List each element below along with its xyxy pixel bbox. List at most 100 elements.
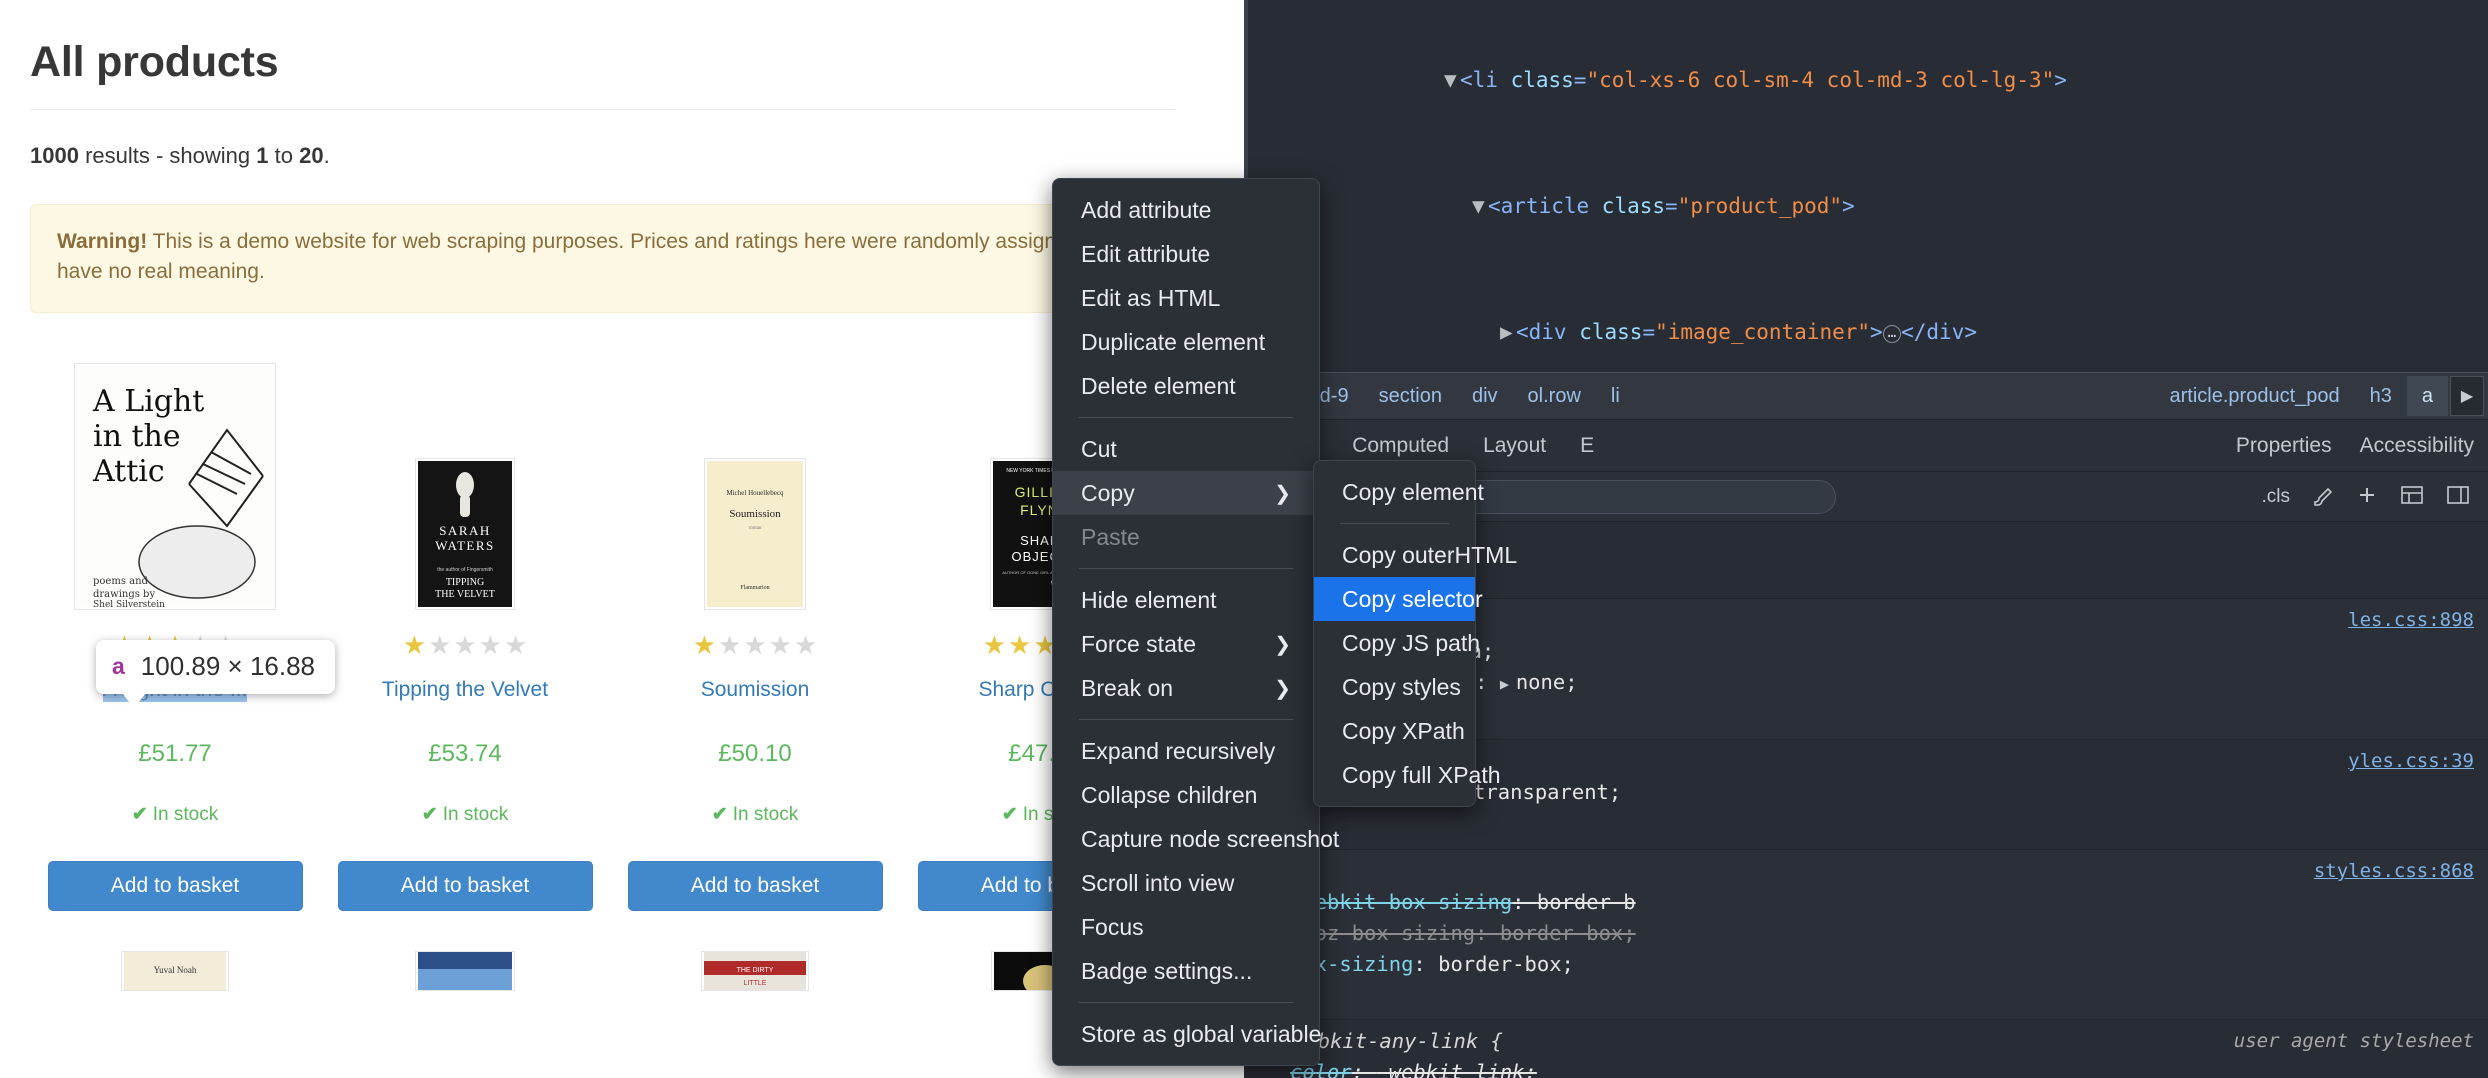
inspector-dimensions: 100.89 × 16.88 — [140, 651, 316, 681]
breadcrumb-item-article[interactable]: article.product_pod — [2155, 385, 2355, 408]
stock-label: In stock — [732, 803, 799, 825]
product-thumbnail[interactable]: Michel Houellebecq Soumission roman Flam… — [704, 355, 806, 610]
css-property[interactable]: -webkit-box-sizing — [1290, 890, 1512, 914]
dom-node-image-container[interactable]: ▶ <div class="image_container">… </div> — [1244, 317, 2488, 349]
expand-triangle-icon[interactable]: ▼ — [1472, 191, 1488, 223]
css-declaration[interactable]: -webkit-box-sizing: border-b — [1256, 887, 2488, 918]
computed-sidebar-icon[interactable] — [2446, 484, 2470, 510]
dom-node-article[interactable]: ▼ <article class="product_pod"> — [1244, 191, 2488, 223]
product-thumbnail[interactable]: THE DIRTY LITTLE — [701, 950, 809, 991]
results-from: 1 — [256, 143, 269, 168]
svg-text:LITTLE: LITTLE — [744, 980, 767, 987]
svg-text:in the: in the — [93, 419, 181, 454]
menu-item-edit-as-html[interactable]: Edit as HTML — [1053, 276, 1319, 320]
css-rule-close: } — [1256, 810, 2488, 841]
collapse-triangle-icon[interactable]: ▶ — [1500, 317, 1516, 349]
breadcrumb-item-div[interactable]: div — [1457, 385, 1513, 408]
collapsed-children-icon[interactable]: … — [1882, 325, 1902, 343]
menu-item-delete-element[interactable]: Delete element — [1053, 364, 1319, 408]
product-card: A Light in the Attic poems and drawings … — [30, 355, 320, 911]
svg-text:Shel Silverstein: Shel Silverstein — [93, 600, 165, 607]
css-rule-webkit-any-link: user agent stylesheet a:-webkit-any-link… — [1244, 1020, 2488, 1078]
svg-text:the author of Fingersmith: the author of Fingersmith — [437, 567, 493, 573]
menu-item-copy-styles[interactable]: Copy styles — [1314, 665, 1475, 709]
css-declaration[interactable]: -moz-box-sizing: border-box; — [1256, 918, 2488, 949]
product-title-link[interactable]: Tipping the Velvet — [382, 678, 548, 702]
menu-item-copy-outerhtml[interactable]: Copy outerHTML — [1314, 533, 1517, 577]
inspector-size-tooltip: a 100.89 × 16.88 — [96, 640, 336, 708]
css-source-link[interactable]: les.css:898 — [2348, 605, 2474, 636]
tab-event-listeners[interactable]: E — [1563, 420, 1611, 472]
css-value[interactable]: border-b — [1537, 890, 1636, 914]
css-value[interactable]: none — [1516, 670, 1565, 694]
css-declaration[interactable]: box-sizing: border-box; — [1256, 949, 2488, 980]
menu-item-capture-node-screenshot[interactable]: Capture node screenshot — [1053, 817, 1339, 861]
breadcrumb-item-section[interactable]: section — [1364, 385, 1457, 408]
menu-item-copy-js-path[interactable]: Copy JS path — [1314, 621, 1480, 665]
toggle-element-state-icon[interactable] — [2400, 484, 2424, 510]
dom-context-menu: Add attribute Edit attribute Edit as HTM… — [1052, 178, 1339, 1066]
breadcrumb-scroll-right-button[interactable]: ▶ — [2450, 376, 2484, 416]
disclosure-triangle-icon[interactable]: ▶ — [1500, 669, 1516, 700]
add-to-basket-button[interactable]: Add to basket — [47, 860, 303, 911]
tab-layout[interactable]: Layout — [1466, 420, 1563, 472]
copy-submenu: Copy element Copy outerHTML Copy selecto… — [1313, 460, 1517, 807]
product-thumbnail[interactable] — [415, 950, 515, 991]
product-thumbnail[interactable]: Yuval Noah — [121, 950, 229, 991]
star-rating: ★★★★★ — [692, 629, 818, 660]
menu-item-collapse-children[interactable]: Collapse children — [1053, 773, 1319, 817]
menu-item-copy-selector[interactable]: Copy selector — [1314, 577, 1483, 621]
paintbrush-icon[interactable] — [2312, 484, 2334, 510]
css-value[interactable]: border-box; — [1500, 921, 1636, 945]
menu-item-expand-recursively[interactable]: Expand recursively — [1053, 729, 1319, 773]
css-selector[interactable]: * { — [1256, 856, 2488, 887]
menu-item-copy-full-xpath[interactable]: Copy full XPath — [1314, 753, 1501, 797]
menu-item-scroll-into-view[interactable]: Scroll into view — [1053, 861, 1319, 905]
menu-item-hide-element[interactable]: Hide element — [1053, 578, 1319, 622]
menu-item-badge-settings[interactable]: Badge settings... — [1053, 949, 1319, 993]
breadcrumb-item-a[interactable]: a — [2406, 376, 2448, 416]
svg-text:THE VELVET: THE VELVET — [435, 589, 495, 600]
product-price: £53.74 — [428, 739, 502, 767]
tab-properties[interactable]: Properties — [2222, 420, 2346, 472]
menu-item-cut[interactable]: Cut — [1053, 427, 1319, 471]
page-title: All products — [30, 38, 279, 86]
product-card — [320, 950, 610, 991]
book-cover-dirty-little-secrets: THE DIRTY LITTLE — [704, 951, 806, 990]
cls-button[interactable]: .cls — [2262, 486, 2291, 508]
add-to-basket-button[interactable]: Add to basket — [337, 860, 593, 911]
breadcrumb-item-h3[interactable]: h3 — [2355, 385, 2407, 408]
css-source-link[interactable]: styles.css:868 — [2314, 856, 2474, 887]
menu-item-force-state[interactable]: Force state ❯ — [1053, 622, 1319, 666]
svg-text:WATERS: WATERS — [435, 538, 495, 553]
tab-accessibility[interactable]: Accessibility — [2346, 420, 2488, 472]
add-to-basket-button[interactable]: Add to basket — [627, 860, 883, 911]
menu-item-copy[interactable]: Copy ❯ — [1053, 471, 1319, 515]
breadcrumb-item-li[interactable]: li — [1596, 385, 1635, 408]
css-source-link[interactable]: yles.css:39 — [2348, 746, 2474, 777]
product-thumbnail[interactable]: A Light in the Attic poems and drawings … — [74, 355, 276, 610]
product-grid-row-2: Yuval Noah THE DIRTY LITTLE — [30, 950, 1190, 991]
product-price: £50.10 — [718, 739, 792, 767]
menu-item-break-on[interactable]: Break on ❯ — [1053, 666, 1319, 710]
add-style-rule-icon[interactable] — [2356, 484, 2378, 510]
stock-label: In stock — [442, 803, 509, 825]
breadcrumb-item-ol-row[interactable]: ol.row — [1513, 385, 1596, 408]
menu-item-duplicate-element[interactable]: Duplicate element — [1053, 320, 1319, 364]
dom-node-li[interactable]: ▼ <li class="col-xs-6 col-sm-4 col-md-3 c… — [1244, 65, 2488, 97]
menu-item-store-as-global-variable[interactable]: Store as global variable — [1053, 1012, 1321, 1056]
menu-item-edit-attribute[interactable]: Edit attribute — [1053, 232, 1319, 276]
menu-item-copy-element[interactable]: Copy element — [1314, 470, 1484, 514]
warning-text: This is a demo website for web scraping … — [57, 230, 1121, 284]
expand-triangle-icon[interactable]: ▼ — [1444, 65, 1460, 97]
css-rule-universal: styles.css:868 * { -webkit-box-sizing: b… — [1244, 850, 2488, 1020]
book-cover-soumission: Michel Houellebecq Soumission roman Flam… — [707, 460, 803, 607]
menu-item-focus[interactable]: Focus — [1053, 905, 1319, 949]
results-mid-text: results - showing — [85, 143, 251, 168]
book-cover-tipping-the-velvet: SARAH WATERS the author of Fingersmith T… — [418, 460, 512, 607]
product-thumbnail[interactable]: SARAH WATERS the author of Fingersmith T… — [415, 355, 515, 610]
css-value[interactable]: border-box; — [1438, 952, 1574, 976]
menu-item-add-attribute[interactable]: Add attribute — [1053, 188, 1319, 232]
menu-item-copy-xpath[interactable]: Copy XPath — [1314, 709, 1475, 753]
product-title-link[interactable]: Soumission — [701, 678, 810, 702]
